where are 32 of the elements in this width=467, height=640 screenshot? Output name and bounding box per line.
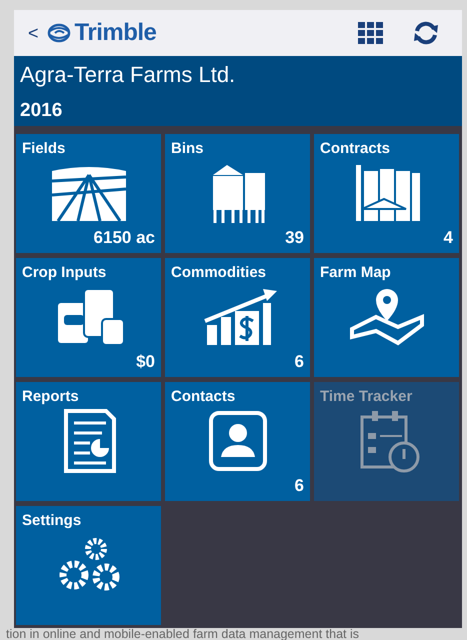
tile-count: 4 xyxy=(444,228,453,248)
tile-label: Settings xyxy=(22,512,82,529)
tile-label: Crop Inputs xyxy=(22,264,106,281)
tile-label: Farm Map xyxy=(320,264,391,281)
menu-tile[interactable]: Reports xyxy=(16,382,161,501)
tile-label: Time Tracker xyxy=(320,388,412,405)
tile-label: Bins xyxy=(171,140,204,157)
tile-label: Commodities xyxy=(171,264,266,281)
logo-text: Trimble xyxy=(74,19,156,47)
tile-count: 6 xyxy=(294,352,304,372)
tile-count: 6150 ac xyxy=(94,228,155,248)
refresh-icon[interactable] xyxy=(412,21,440,45)
menu-tile[interactable]: Contacts 6 xyxy=(165,382,310,501)
tile-label: Fields xyxy=(22,140,66,157)
tile-label: Contracts xyxy=(320,140,390,157)
tile-count: $0 xyxy=(136,352,155,372)
tile-count: 6 xyxy=(294,476,304,496)
year-label: 2016 xyxy=(20,100,64,122)
menu-tile[interactable]: Contracts 4 xyxy=(314,134,459,253)
menu-tile[interactable]: Farm Map xyxy=(314,258,459,377)
menu-tile[interactable]: Settings xyxy=(16,506,161,625)
apps-grid-icon[interactable] xyxy=(358,22,384,44)
menu-tile[interactable]: Commodities 6 xyxy=(165,258,310,377)
menu-tile[interactable]: Crop Inputs $0 xyxy=(16,258,161,377)
back-button[interactable]: < xyxy=(28,22,39,44)
tile-label: Reports xyxy=(22,388,79,405)
farm-name: Agra-Terra Farms Ltd. xyxy=(20,62,236,88)
globe-logo-icon xyxy=(46,23,71,43)
menu-tile[interactable]: Fields 6150 ac xyxy=(16,134,161,253)
tile-label: Contacts xyxy=(171,388,236,405)
tile-count: 39 xyxy=(285,228,304,248)
menu-tile[interactable]: Bins 39 xyxy=(165,134,310,253)
